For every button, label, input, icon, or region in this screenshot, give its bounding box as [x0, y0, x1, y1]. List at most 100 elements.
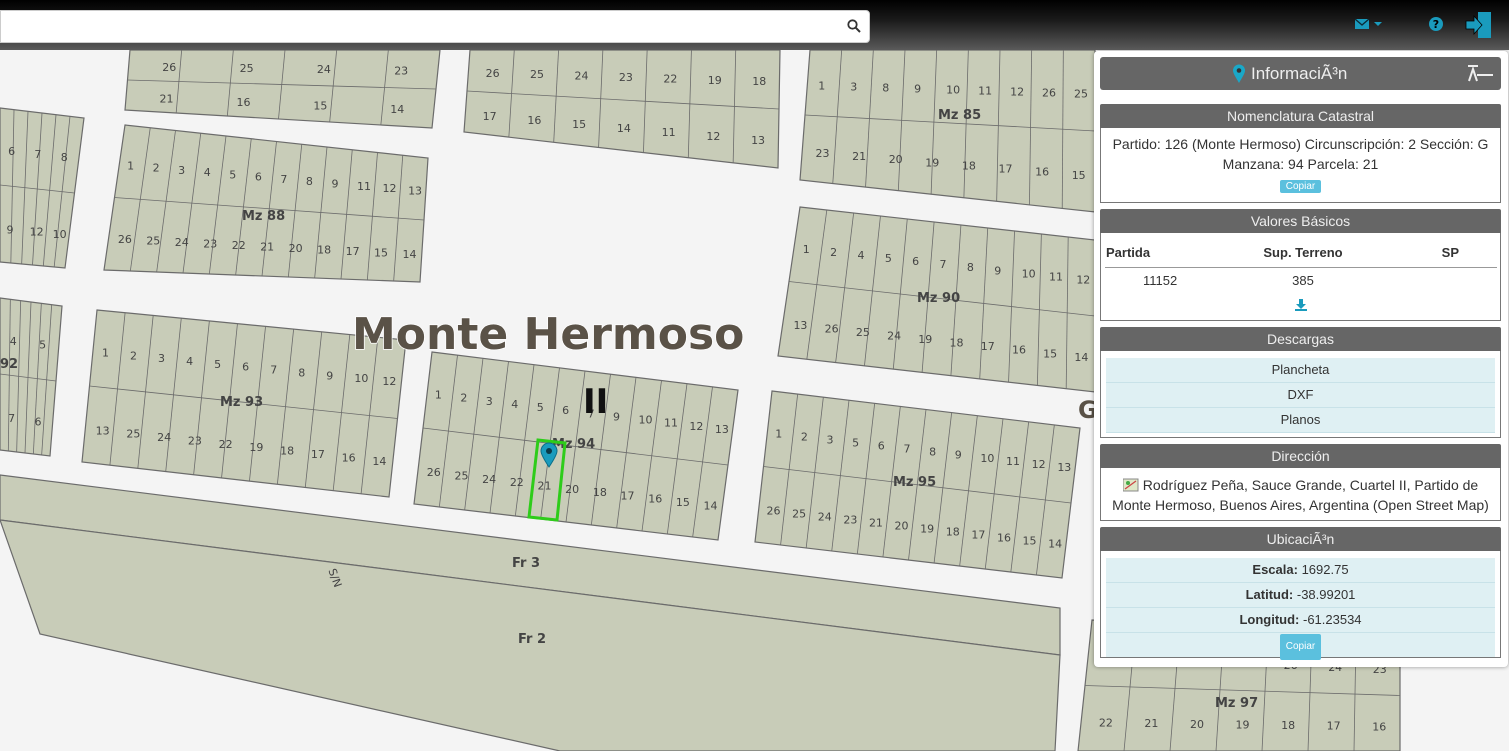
lot-number: 12	[383, 182, 397, 195]
lot-number: 24	[574, 70, 588, 83]
lot-number: 8	[61, 151, 68, 164]
lot-number: 20	[565, 483, 579, 496]
escala-row: Escala: 1692.75	[1106, 558, 1495, 583]
lot-number: 24	[157, 431, 171, 444]
lot-number: 10	[53, 228, 67, 241]
lot-number: 22	[1099, 716, 1113, 729]
lot-number: 4	[511, 398, 518, 411]
mail-dropdown-icon[interactable]	[1354, 18, 1384, 32]
lot-number: 18	[317, 243, 331, 256]
lot-number: 4	[186, 355, 193, 368]
lot-number: 19	[249, 441, 263, 454]
svg-text:?: ?	[1433, 18, 1439, 31]
lot-number: 17	[311, 448, 325, 461]
lot-number: 6	[912, 255, 919, 268]
lot-number: 23	[843, 513, 857, 526]
lot-number: 9	[326, 369, 333, 382]
lot-number: 17	[999, 163, 1013, 176]
lot-number: 4	[10, 335, 17, 348]
lot-number: 7	[280, 173, 287, 186]
lot-number: 23	[619, 71, 633, 84]
lot-number: 9	[994, 264, 1001, 277]
download-icon[interactable]	[1295, 299, 1307, 311]
lot-number: 5	[214, 358, 221, 371]
city-label: Monte Hermoso	[352, 309, 744, 360]
lot-number: 14	[617, 122, 631, 135]
lot-number: 1	[127, 159, 134, 172]
lot-number: 17	[981, 340, 995, 353]
search-input[interactable]	[5, 15, 829, 41]
lot-number: 20	[889, 153, 903, 166]
lot-number: 2	[153, 162, 160, 175]
lot-number: 25	[126, 428, 140, 441]
block-label: 92	[0, 357, 18, 372]
lot-number: 8	[882, 82, 889, 95]
lot-number: 21	[260, 240, 274, 253]
lot-number: 13	[96, 424, 110, 437]
lot-number: 23	[203, 237, 217, 250]
block-label: Mz 90	[917, 291, 960, 306]
longitud-row: Longitud: -61.23534	[1106, 608, 1495, 633]
lot-number: 15	[572, 118, 586, 131]
lot-number: 21	[1144, 717, 1158, 730]
download-planos[interactable]: Planos	[1106, 408, 1495, 433]
lot-number: 7	[34, 148, 41, 161]
lot-number: 10	[980, 452, 994, 465]
lot-number: 21	[869, 516, 883, 529]
help-icon[interactable]: ?	[1428, 16, 1444, 32]
lot-number: 12	[1032, 458, 1046, 471]
lot-number: 12	[706, 130, 720, 143]
lot-number: 19	[925, 156, 939, 169]
lot-number: 17	[1327, 720, 1341, 733]
lot-number: 19	[920, 522, 934, 535]
ubicacion-box: Escala: 1692.75 Latitud: -38.99201 Longi…	[1100, 551, 1501, 660]
lot-number: 21	[538, 479, 552, 492]
lot-number: 8	[298, 366, 305, 379]
lot-number: 14	[403, 248, 417, 261]
lot-number: 15	[676, 496, 690, 509]
copy-nomenclatura-button[interactable]: Copiar	[1279, 180, 1322, 193]
download-plancheta[interactable]: Plancheta	[1106, 358, 1495, 383]
lot-number: 12	[1076, 274, 1090, 287]
lot-number: 11	[1006, 455, 1020, 468]
lot-number: 2	[830, 246, 837, 259]
search-icon[interactable]	[847, 19, 861, 33]
lot-number: 24	[317, 63, 331, 76]
lot-number: 10	[354, 372, 368, 385]
lot-number: 10	[1022, 267, 1036, 280]
cell-sup-terreno: 385	[1292, 272, 1314, 288]
lot-number: 13	[793, 319, 807, 332]
lot-number: 3	[827, 433, 834, 446]
lot-number: 24	[887, 330, 901, 343]
escala-label: Escala:	[1252, 562, 1298, 577]
lot-number: 17	[483, 110, 497, 123]
copy-row: Copiar	[1106, 633, 1495, 660]
lot-number: 14	[1074, 351, 1088, 364]
lot-number: 5	[39, 339, 46, 352]
block-label: Mz 95	[893, 475, 936, 490]
descargas-header: Descargas	[1100, 327, 1501, 351]
valores-header: Valores Básicos	[1100, 209, 1501, 233]
lot-number: 11	[1049, 270, 1063, 283]
lot-number: 21	[160, 93, 174, 106]
map-icon	[1122, 478, 1139, 492]
search-box[interactable]	[0, 10, 870, 43]
lot-number: 6	[255, 171, 262, 184]
lot-number: 21	[852, 150, 866, 163]
nomenclatura-box: Partido: 126 (Monte Hermoso) Circunscrip…	[1100, 128, 1501, 203]
lot-number: 23	[188, 434, 202, 447]
download-dxf[interactable]: DXF	[1106, 383, 1495, 408]
lot-number: 19	[918, 333, 932, 346]
lot-number: 11	[664, 417, 678, 430]
descargas-box: Plancheta DXF Planos	[1100, 351, 1501, 438]
lot-number: 6	[878, 440, 885, 453]
collapse-panel-icon[interactable]	[1465, 63, 1495, 83]
fraction-label-fr2: Fr 2	[518, 632, 546, 647]
lot-number: 18	[1281, 719, 1295, 732]
lot-number: 16	[527, 114, 541, 127]
panel-title-bar: InformaciÃ³n	[1100, 57, 1501, 90]
lot-number: 25	[856, 326, 870, 339]
logout-icon[interactable]	[1464, 10, 1494, 40]
copy-ubicacion-button[interactable]: Copiar	[1279, 634, 1322, 660]
lot-number: 23	[816, 147, 830, 160]
